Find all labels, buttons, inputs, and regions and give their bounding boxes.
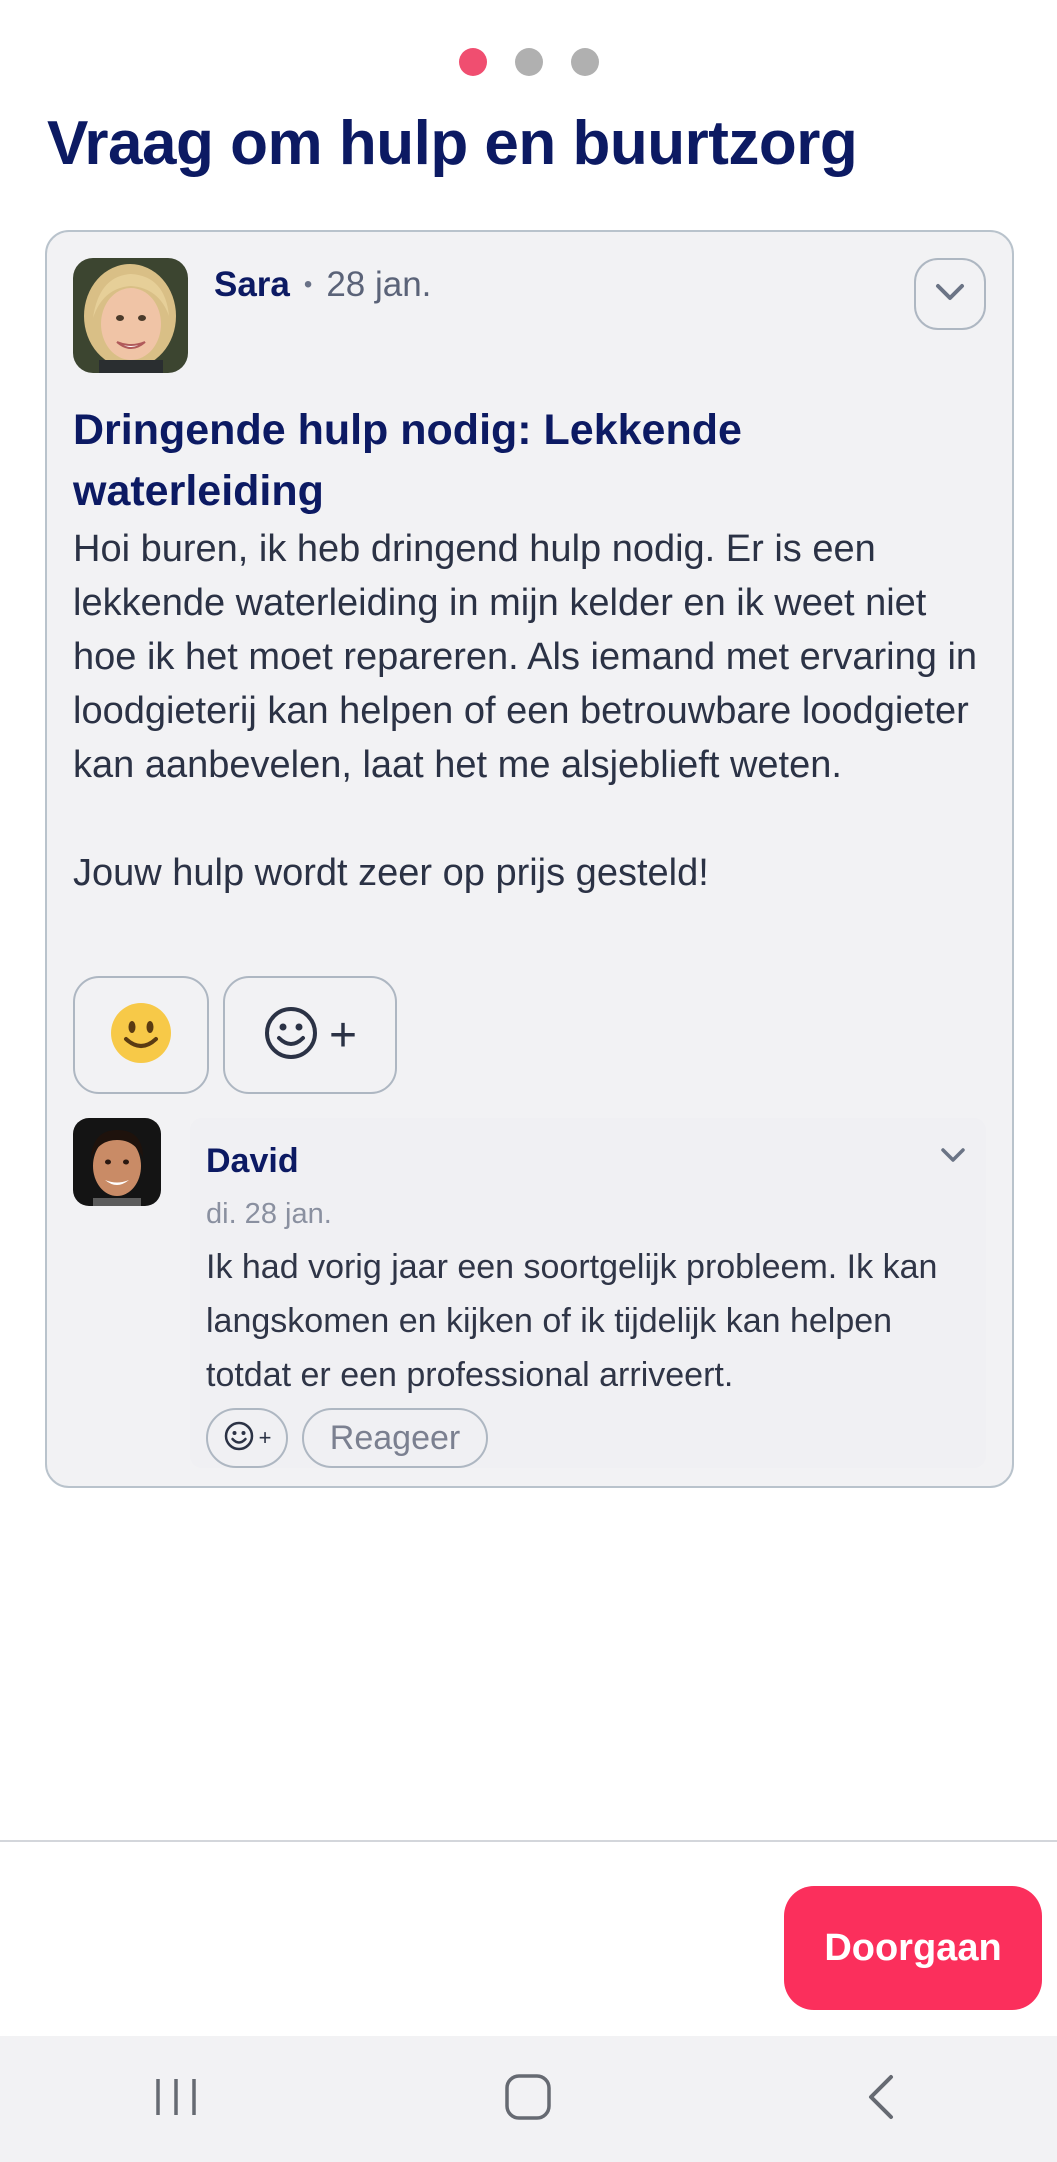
meta-separator: • [303, 271, 313, 298]
comment-add-reaction-button[interactable]: + [206, 1408, 288, 1468]
comment-text: Ik had vorig jaar een soortgelijk proble… [206, 1248, 938, 1394]
smiley-outline-icon [223, 1420, 255, 1457]
reply-button[interactable]: Reageer [302, 1408, 488, 1468]
home-button[interactable] [468, 2059, 588, 2139]
page-title: Vraag om hulp en buurtzorg [47, 109, 858, 178]
comment: David di. 28 jan. Ik had vorig jaar een … [190, 1118, 986, 1468]
system-navigation-bar [0, 2036, 1057, 2162]
post-title: Dringende hulp nodig: Lekkende waterleid… [73, 406, 742, 515]
pager-dot-1 [458, 48, 487, 76]
continue-button[interactable]: Doorgaan [784, 1886, 1042, 2010]
comment-add-reaction-plus: + [258, 1425, 272, 1450]
post-meta: Sara • 28 jan. [214, 265, 431, 305]
post-card: Sara • 28 jan. Dringende hulp nodig: Lek… [45, 230, 1014, 1488]
pager-dots [0, 48, 1057, 76]
chevron-down-icon [934, 282, 966, 307]
pager-dot-2 [514, 48, 543, 76]
comment-author[interactable]: David [206, 1142, 299, 1181]
post-options-button[interactable] [914, 258, 986, 330]
footer-divider [0, 1840, 1057, 1842]
comment-options-button[interactable] [940, 1146, 966, 1169]
add-reaction-button[interactable]: + [223, 976, 397, 1094]
add-reaction-plus: + [328, 1008, 358, 1062]
recent-apps-button[interactable] [116, 2059, 236, 2139]
back-button[interactable] [821, 2059, 941, 2139]
post-date: 28 jan. [326, 265, 432, 304]
post-body: Hoi buren, ik heb dringend hulp nodig. E… [73, 528, 978, 894]
smiley-reaction-button[interactable] [73, 976, 209, 1094]
smiley-outline-icon [263, 1005, 319, 1066]
pager-dot-3 [570, 48, 599, 76]
post-author[interactable]: Sara [214, 265, 290, 305]
smiley-emoji-icon [109, 1001, 173, 1070]
home-icon [504, 2073, 552, 2126]
comment-avatar [73, 1118, 161, 1206]
comment-date: di. 28 jan. [206, 1198, 332, 1230]
back-icon [865, 2073, 897, 2126]
avatar [73, 258, 188, 373]
recent-apps-icon [152, 2075, 200, 2124]
